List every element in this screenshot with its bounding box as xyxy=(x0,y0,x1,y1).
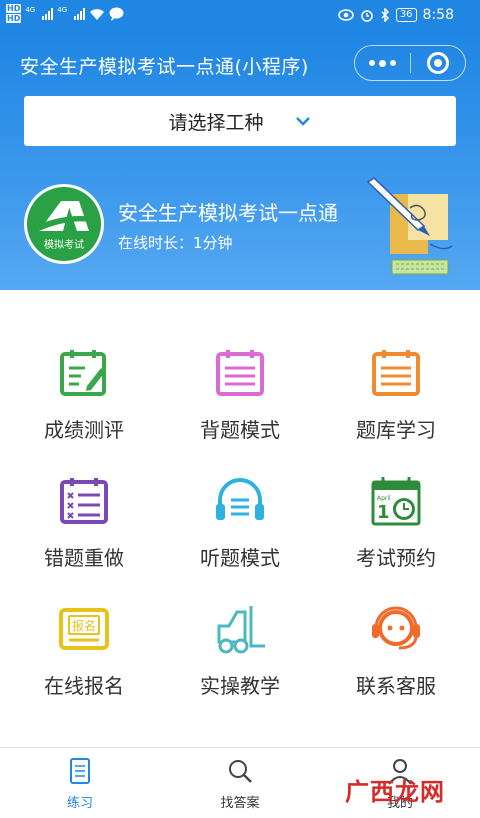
menu-item-exam-booking[interactable]: April 1 考试预约 xyxy=(316,418,476,570)
forklift-icon xyxy=(217,606,265,654)
menu-item-recite-mode[interactable]: 背题模式 xyxy=(160,290,320,442)
menu-item-score-evaluation[interactable]: 成绩测评 xyxy=(4,290,164,442)
close-button[interactable] xyxy=(411,46,465,80)
practice-icon xyxy=(70,758,90,784)
study-illustration-icon xyxy=(366,177,453,275)
status-left: HD HD 4G 4G xyxy=(6,4,124,24)
list-note-icon xyxy=(372,350,420,396)
chevron-down-icon xyxy=(295,117,310,126)
eye-icon xyxy=(338,9,354,21)
watermark: 广西龙网 xyxy=(345,778,445,806)
svg-text:报名: 报名 xyxy=(72,618,96,633)
hd-icon: HD HD xyxy=(6,4,22,23)
svg-text:April: April xyxy=(377,495,391,502)
wifi-icon xyxy=(90,8,105,20)
customer-service-icon xyxy=(372,606,420,650)
menu-item-online-signup[interactable]: 报名 在线报名 xyxy=(4,546,164,698)
menu-item-practical-teaching[interactable]: 实操教学 xyxy=(160,546,320,698)
menu-label: 在线报名 xyxy=(44,674,124,698)
tab-practice[interactable]: 练习 xyxy=(0,748,160,818)
mini-program-capsule xyxy=(354,45,466,81)
wrong-list-icon xyxy=(60,478,108,524)
menu-label: 联系客服 xyxy=(356,674,436,698)
status-bar: HD HD 4G 4G 36 8:58 xyxy=(0,0,480,32)
online-time: 在线时长：1分钟 xyxy=(118,234,233,252)
edit-note-icon xyxy=(60,350,106,396)
signal-icon xyxy=(42,8,54,20)
logo-caption: 模拟考试 xyxy=(44,240,84,251)
menu-item-listening-mode[interactable]: 听题模式 xyxy=(160,418,320,570)
tab-label: 练习 xyxy=(66,796,93,811)
tab-label: 找答案 xyxy=(220,796,260,811)
alarm-icon xyxy=(361,10,373,22)
signup-icon: 报名 xyxy=(59,608,109,650)
user-name: 安全生产模拟考试一点通 xyxy=(118,201,338,225)
more-dot-icon xyxy=(390,60,396,66)
close-icon xyxy=(426,52,449,74)
page-title: 安全生产模拟考试一点通(小程序) xyxy=(20,56,309,78)
clock: 8:58 xyxy=(422,7,454,23)
signal-icon-2 xyxy=(74,8,86,20)
network-label: 4G xyxy=(25,6,36,14)
function-grid: 成绩测评 背题模式 题库学习 错题重做 听题模式 April 1 考试预约 报名… xyxy=(0,290,480,746)
more-dot-icon xyxy=(369,60,375,66)
selector-label: 请选择工种 xyxy=(168,111,264,134)
mini-program-home: HD HD 4G 4G 36 8:58 安全生产模拟考试一点通(小程序) 请选择… xyxy=(0,0,480,818)
job-type-selector[interactable]: 请选择工种 xyxy=(24,96,456,146)
menu-item-question-bank[interactable]: 题库学习 xyxy=(316,290,476,442)
tab-find-answer[interactable]: 找答案 xyxy=(160,748,320,818)
svg-text:1: 1 xyxy=(377,502,390,523)
status-right: 36 8:58 xyxy=(338,7,454,23)
more-dot-icon xyxy=(379,59,386,67)
menu-label: 实操教学 xyxy=(200,674,280,698)
bluetooth-icon xyxy=(381,8,389,22)
calendar-clock-icon: April 1 xyxy=(371,477,421,526)
menu-item-customer-service[interactable]: 联系客服 xyxy=(316,546,476,698)
message-icon xyxy=(109,7,124,21)
headphones-icon xyxy=(216,478,264,520)
header: 安全生产模拟考试一点通(小程序) 请选择工种 模拟考试 安全生产模拟考试一点通 … xyxy=(0,32,480,290)
battery-indicator: 36 xyxy=(395,8,417,22)
more-button[interactable] xyxy=(355,46,410,80)
search-icon xyxy=(229,760,252,783)
list-note-icon xyxy=(216,350,264,396)
menu-item-wrong-questions[interactable]: 错题重做 xyxy=(4,418,164,570)
network-label-2: 4G xyxy=(57,6,68,14)
app-logo: 模拟考试 xyxy=(24,184,104,264)
